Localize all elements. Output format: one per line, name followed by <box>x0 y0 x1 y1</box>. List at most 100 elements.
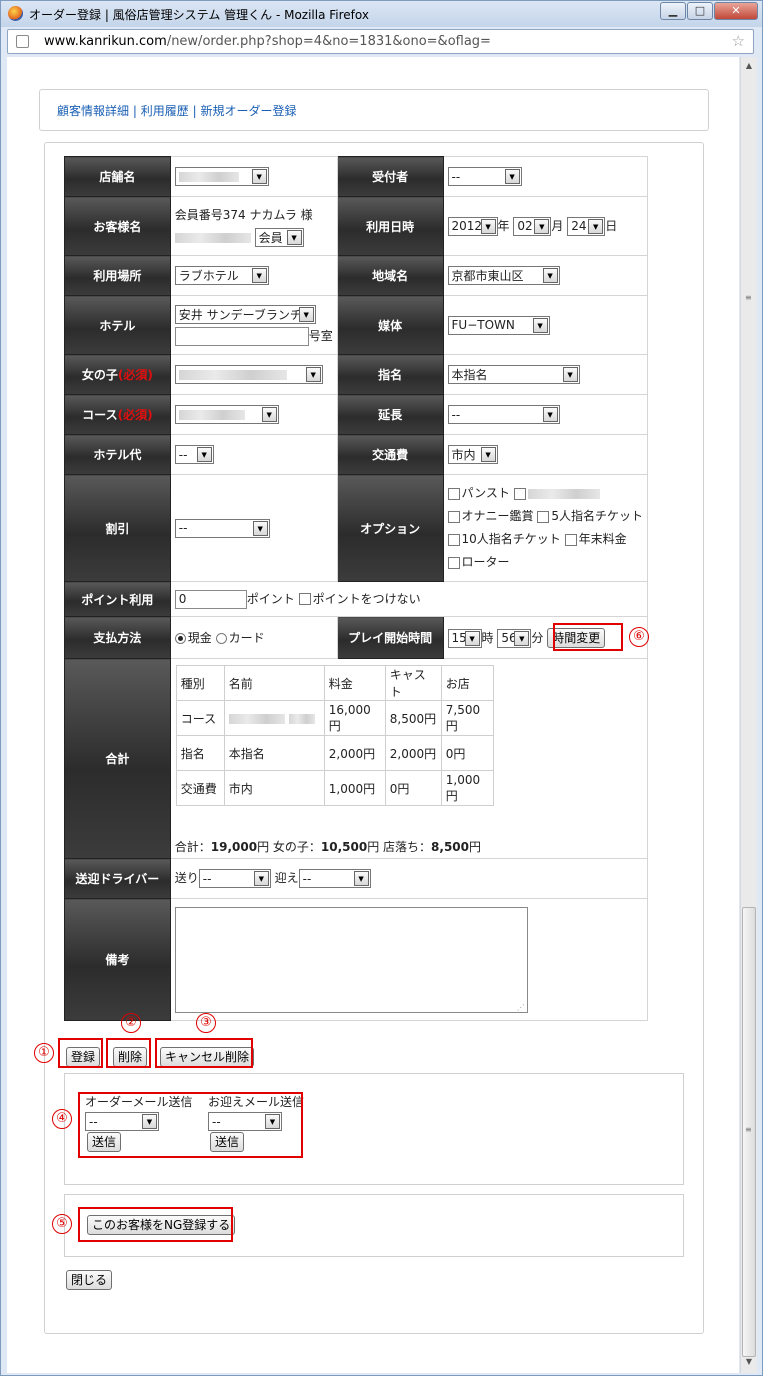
url-text[interactable]: www.kanrikun.com/new/order.php?shop=4&no… <box>44 34 491 49</box>
option-checkbox[interactable] <box>513 487 526 500</box>
total-label: 合計 <box>64 658 171 859</box>
hotel-label: ホテル <box>64 295 171 355</box>
transport-select[interactable]: 市内 ▼ <box>447 445 498 464</box>
hotel-fee-select[interactable]: -- ▼ <box>174 445 214 464</box>
summary-header: キャスト <box>384 665 442 701</box>
title-bar: オーダー登録 | 風俗店管理システム 管理くん - Mozilla Firefo… <box>1 1 762 27</box>
option-checkbox[interactable] <box>447 533 460 546</box>
transport-label: 交通費 <box>336 434 444 475</box>
nomination-select[interactable]: 本指名 ▼ <box>447 365 580 384</box>
nav-link-customer-detail[interactable]: 顧客情報詳細 <box>57 104 129 118</box>
member-select[interactable]: 会員 ▼ <box>254 228 304 247</box>
total-summary-line: 合計：19,000円 女の子：10,500円 店落ち：8,500円 <box>174 840 482 854</box>
window-title: オーダー登録 | 風俗店管理システム 管理くん - Mozilla Firefo… <box>29 8 369 22</box>
media-label: 媒体 <box>336 295 444 355</box>
receptionist-select[interactable]: -- ▼ <box>447 167 522 186</box>
area-label: 地域名 <box>336 255 444 296</box>
scroll-grip-icon: ≡ <box>745 1125 752 1134</box>
shop-select[interactable]: ▼ <box>174 167 269 186</box>
driver-label: 送迎ドライバー <box>64 858 171 899</box>
option-checkbox[interactable] <box>537 510 550 523</box>
course-select[interactable]: ▼ <box>174 405 279 424</box>
notes-label: 備考 <box>64 898 171 1021</box>
payment-cash-radio[interactable] <box>174 633 186 644</box>
point-label: ポイント利用 <box>64 581 171 617</box>
extension-select[interactable]: -- ▼ <box>447 405 560 424</box>
option-checkbox[interactable] <box>447 487 460 500</box>
annotation-number: ⑥ <box>629 627 649 647</box>
payment-label: 支払方法 <box>64 616 171 659</box>
send-driver-select[interactable]: -- ▼ <box>198 869 271 888</box>
page-content: 顧客情報詳細 | 利用履歴 | 新規オーダー登録 店舗名 ▼ 受付者 -- ▼ お… <box>7 57 739 1373</box>
option-label: オプション <box>336 474 444 582</box>
nav-link-history[interactable]: 利用履歴 <box>141 104 189 118</box>
course-label: コース(必須) <box>64 394 171 435</box>
maximize-icon[interactable]: □ <box>687 2 713 20</box>
option-checkbox[interactable] <box>447 510 460 523</box>
option-checkbox[interactable] <box>447 556 460 569</box>
hotel-fee-label: ホテル代 <box>64 434 171 475</box>
option-checkbox[interactable] <box>564 533 577 546</box>
table-row: 指名 本指名 2,000円 2,000円 0円 <box>175 735 494 771</box>
customer-info: 会員番号374 ナカムラ 様 <box>174 208 313 222</box>
place-select[interactable]: ラブホテル ▼ <box>174 266 269 285</box>
place-label: 利用場所 <box>64 255 171 296</box>
summary-header: お店 <box>440 665 494 701</box>
bookmark-star-icon[interactable]: ☆ <box>732 32 745 50</box>
hotel-select[interactable]: 安井 サンデーブランチ ▼ <box>174 305 316 324</box>
area-select[interactable]: 京都市東山区 ▼ <box>447 266 560 285</box>
scroll-down-icon[interactable]: ▼ <box>742 1355 756 1369</box>
annotation-box-3 <box>155 1038 253 1068</box>
nav-links: 顧客情報詳細 | 利用履歴 | 新規オーダー登録 <box>39 89 709 131</box>
order-form-table: 店舗名 ▼ 受付者 -- ▼ お客様名 会員番号374 ナカムラ 様 会員 ▼ 利用… <box>64 156 649 1021</box>
extension-label: 延長 <box>336 394 444 435</box>
pickup-driver-select[interactable]: -- ▼ <box>298 869 371 888</box>
annotation-number: ④ <box>52 1109 72 1129</box>
close-button[interactable]: 閉じる <box>66 1270 113 1290</box>
scrollbar[interactable]: ▲ ≡ ≡ ▼ <box>740 57 757 1373</box>
notes-textarea[interactable]: ⋰ <box>174 906 528 1013</box>
minute-select[interactable]: 56 ▼ <box>497 628 532 648</box>
nomination-label: 指名 <box>336 354 444 395</box>
annotation-box-2 <box>106 1038 151 1068</box>
customer-label: お客様名 <box>64 196 171 256</box>
firefox-icon <box>8 6 23 21</box>
summary-header: 名前 <box>223 665 325 701</box>
browser-window: オーダー登録 | 風俗店管理システム 管理くん - Mozilla Firefo… <box>0 0 763 1376</box>
annotation-box-4 <box>78 1092 303 1158</box>
girl-select[interactable]: ▼ <box>174 365 323 384</box>
year-select[interactable]: 2012 ▼ <box>447 216 498 236</box>
receptionist-label: 受付者 <box>336 156 444 197</box>
room-number-input[interactable] <box>174 327 309 346</box>
annotation-box-1 <box>58 1038 103 1068</box>
annotation-number: ③ <box>196 1013 216 1033</box>
discount-label: 割引 <box>64 474 171 582</box>
minimize-icon[interactable]: ▁ <box>660 2 686 20</box>
annotation-box-5 <box>78 1207 233 1242</box>
summary-header: 料金 <box>323 665 386 701</box>
discount-select[interactable]: -- ▼ <box>174 518 270 538</box>
summary-header: 種別 <box>175 665 225 701</box>
annotation-number: ① <box>34 1043 54 1063</box>
media-select[interactable]: FU−TOWN ▼ <box>447 315 550 335</box>
address-bar[interactable]: www.kanrikun.com/new/order.php?shop=4&no… <box>7 29 754 54</box>
summary-table: 種別 名前 料金 キャスト お店 コース 16,000円 8,500円 7,50… <box>175 665 494 806</box>
shop-label: 店舗名 <box>64 156 171 197</box>
annotation-box-6 <box>553 623 623 651</box>
nav-link-new-order[interactable]: 新規オーダー登録 <box>200 104 296 118</box>
girl-label: 女の子(必須) <box>64 354 171 395</box>
annotation-number: ② <box>121 1013 141 1033</box>
table-row: 交通費 市内 1,000円 0円 1,000円 <box>175 770 494 806</box>
payment-card-radio[interactable] <box>215 633 227 644</box>
datetime-label: 利用日時 <box>336 196 444 256</box>
point-none-checkbox[interactable] <box>298 593 311 605</box>
table-row: コース 16,000円 8,500円 7,500円 <box>175 700 494 736</box>
annotation-number: ⑤ <box>52 1214 72 1234</box>
page-icon <box>16 35 29 48</box>
month-select[interactable]: 02 ▼ <box>513 216 552 236</box>
hour-select[interactable]: 15 ▼ <box>447 628 482 648</box>
day-select[interactable]: 24 ▼ <box>567 216 606 236</box>
scroll-up-icon[interactable]: ▲ <box>742 59 756 73</box>
point-input[interactable]: 0 <box>174 589 247 609</box>
close-icon[interactable]: ✕ <box>714 2 758 20</box>
